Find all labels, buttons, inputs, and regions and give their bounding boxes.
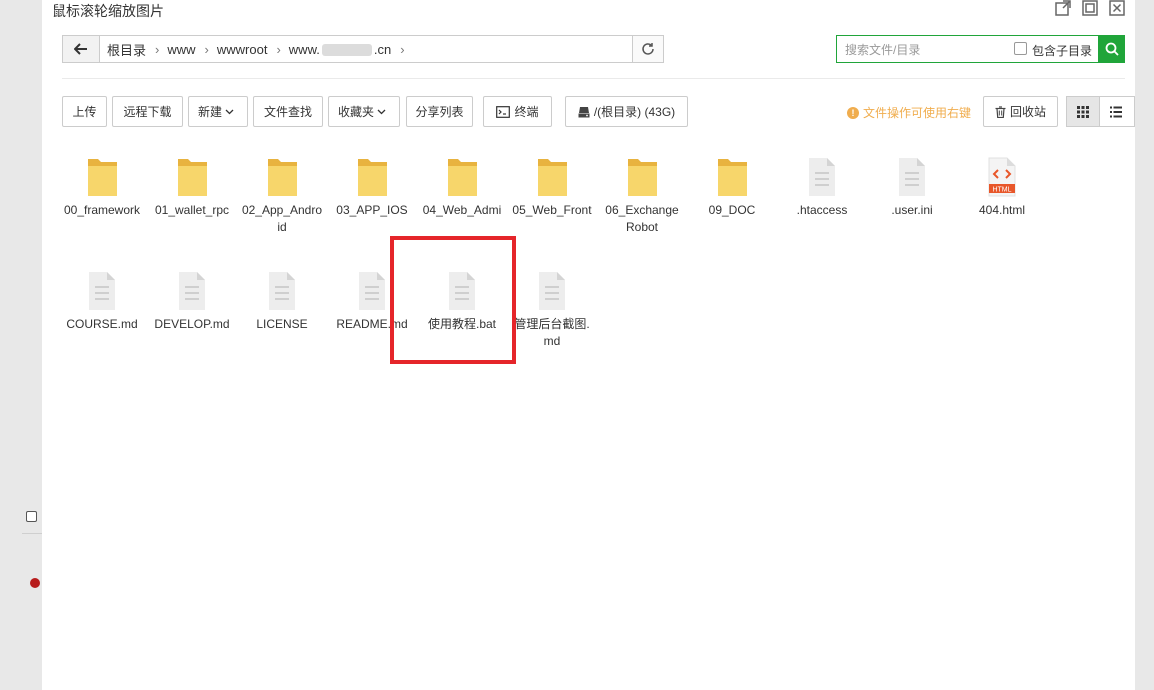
include-subdir-label: 包含子目录 [1032,44,1093,58]
search-input[interactable] [837,36,1017,64]
remote-download-button[interactable]: 远程下载 [112,96,183,127]
background-status-dot [30,578,40,588]
folder-item[interactable]: 02_App_Android [237,154,327,236]
svg-text:HTML: HTML [992,186,1011,193]
folder-icon [448,159,477,196]
folder-icon [358,159,387,196]
document-icon [269,272,295,310]
address-bar: 根目录 › www › wwwroot › www. .cn › [62,35,664,63]
folder-icon [88,159,117,196]
document-icon [179,272,205,310]
recycle-bin-button[interactable]: 回收站 [983,96,1058,127]
disk-icon [578,106,590,117]
folder-item[interactable]: 00_framework [57,154,147,219]
breadcrumb: 根目录 › www › wwwroot › www. .cn › [99,36,635,62]
info-icon: ! [847,106,859,119]
folder-icon [178,159,207,196]
close-icon[interactable] [1109,0,1125,19]
include-subdir-checkbox[interactable] [1014,42,1027,55]
file-item[interactable]: COURSE.md [57,268,147,333]
maximize-icon[interactable] [1082,0,1098,19]
search-box: 包含子目录 [836,35,1125,64]
folder-icon [628,159,657,196]
file-item[interactable]: HTML 404.html [957,154,1047,219]
search-icon [1105,42,1119,56]
highlight-annotation [390,236,516,364]
list-view-icon [1110,106,1122,117]
grid-view-icon [1077,105,1089,118]
file-search-button[interactable]: 文件查找 [253,96,323,127]
share-list-button[interactable]: 分享列表 [406,96,473,127]
right-click-tip: ! 文件操作可使用右键 [847,104,971,121]
folder-item[interactable]: 09_DOC [687,154,777,219]
document-icon [899,158,925,196]
folder-item[interactable]: 05_Web_Front [507,154,597,219]
breadcrumb-item-root[interactable]: 根目录 [99,40,146,59]
back-button[interactable] [63,36,100,62]
html-file-icon: HTML [988,157,1016,197]
chevron-right-icon: › [204,41,209,57]
background-checkbox [26,511,37,522]
document-icon [809,158,835,196]
disk-button[interactable]: /(根目录) (43G) [565,96,688,127]
folder-item[interactable]: 04_Web_Admin [417,154,507,219]
breadcrumb-item-wwwroot[interactable]: wwwroot [209,42,268,57]
dialog-titlebar: 鼠标滚轮缩放图片 [42,0,1135,20]
search-button[interactable] [1098,35,1125,63]
breadcrumb-item-www[interactable]: www [159,42,195,57]
terminal-icon [496,105,511,118]
chevron-right-icon: › [155,41,160,57]
redacted-blur [321,44,372,57]
favorites-button[interactable]: 收藏夹 [328,96,400,127]
folder-item[interactable]: 01_wallet_rpc [147,154,237,219]
arrow-left-icon [74,43,87,55]
document-icon [359,272,385,310]
list-view-button[interactable] [1100,96,1135,127]
trash-icon [995,105,1006,118]
chevron-down-icon [225,109,234,114]
folder-item[interactable]: 06_ExchangeRobot [597,154,687,236]
chevron-right-icon: › [276,41,281,57]
file-item[interactable]: .htaccess [777,154,867,219]
terminal-button[interactable]: 终端 [483,96,552,127]
chevron-right-icon: › [400,41,405,57]
chevron-down-icon [377,109,386,114]
open-external-icon[interactable] [1055,0,1071,19]
folder-icon [538,159,567,196]
file-item[interactable]: DEVELOP.md [147,268,237,333]
breadcrumb-item-site[interactable]: www. .cn [281,42,391,57]
new-button[interactable]: 新建 [188,96,248,127]
file-item[interactable]: LICENSE [237,268,327,333]
document-icon [89,272,115,310]
upload-button[interactable]: 上传 [62,96,107,127]
grid-view-button[interactable] [1066,96,1100,127]
background-page-right [1135,0,1154,690]
divider [62,78,1125,79]
file-manager-dialog: 鼠标滚轮缩放图片 根目录 › www › wwwroot › www. .cn › [42,0,1135,690]
document-icon [539,272,565,310]
background-divider [22,533,42,534]
dialog-title: 鼠标滚轮缩放图片 [52,3,164,19]
refresh-icon [642,43,654,55]
file-item[interactable]: 管理后台截图.md [507,268,597,350]
file-item[interactable]: .user.ini [867,154,957,219]
refresh-button[interactable] [632,36,663,62]
folder-icon [718,159,747,196]
folder-item[interactable]: 03_APP_IOS [327,154,417,219]
folder-icon [268,159,297,196]
